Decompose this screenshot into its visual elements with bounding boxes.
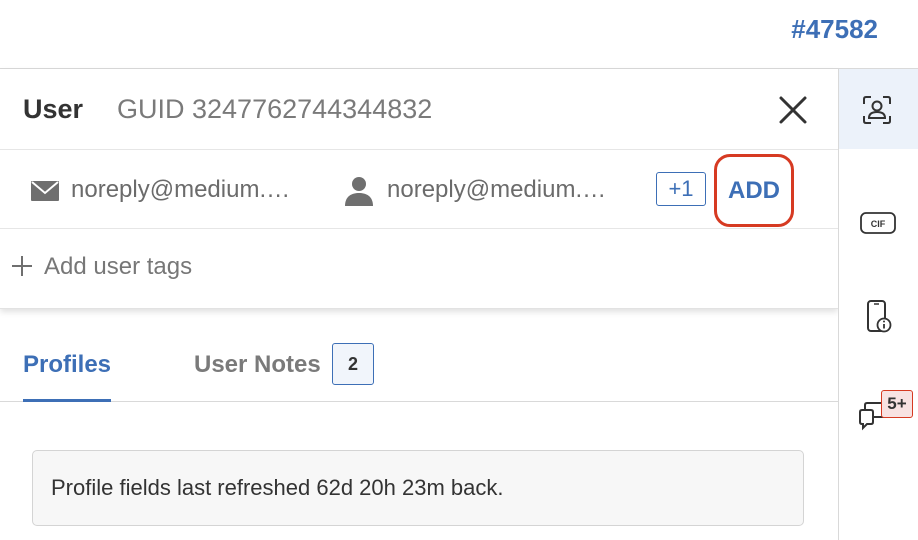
person-icon [345, 177, 373, 206]
right-rail: CIF 5+ [839, 69, 918, 540]
tab-profiles[interactable]: Profiles [23, 351, 112, 402]
add-contact-button[interactable]: ADD [714, 154, 794, 227]
close-icon[interactable] [776, 93, 810, 127]
user-card: User GUID 3247762744344832 noreply@mediu… [0, 69, 838, 309]
mail-icon [31, 181, 59, 201]
phone-info-icon [867, 300, 892, 333]
user-guid: GUID 3247762744344832 [117, 94, 433, 124]
svg-text:CIF: CIF [871, 219, 886, 229]
more-contacts-badge[interactable]: +1 [656, 172, 706, 206]
user-notes-count-badge[interactable]: 2 [332, 343, 374, 385]
rail-item-device-info[interactable] [839, 279, 918, 359]
plus-icon [12, 256, 32, 276]
profile-refresh-notice: Profile fields last refreshed 62d 20h 23… [32, 450, 804, 526]
user-card-header: User GUID 3247762744344832 [0, 69, 838, 150]
email-contact-2[interactable]: noreply@medium.… [387, 176, 606, 204]
ticket-id: #47582 [791, 14, 878, 44]
tab-user-notes[interactable]: User Notes [194, 351, 321, 379]
add-user-tags-label: Add user tags [44, 253, 193, 280]
user-scan-icon [863, 96, 891, 124]
main-panel: User GUID 3247762744344832 noreply@mediu… [0, 69, 838, 540]
cif-icon: CIF [860, 212, 896, 234]
add-user-tags[interactable]: Add user tags [0, 229, 838, 307]
tab-bar: Profiles User Notes 2 [0, 331, 838, 402]
contacts-row: noreply@medium.… noreply@medium.… +1 ADD [0, 150, 838, 229]
conversations-count-badge: 5+ [881, 390, 913, 418]
rail-item-conversations[interactable]: 5+ [839, 374, 918, 454]
user-title: User [23, 94, 84, 124]
email-contact-1[interactable]: noreply@medium.… [71, 176, 290, 204]
rail-item-cif[interactable]: CIF [839, 184, 918, 264]
rail-item-user-profile[interactable] [839, 69, 918, 149]
profile-refresh-text: Profile fields last refreshed 62d 20h 23… [51, 475, 504, 500]
